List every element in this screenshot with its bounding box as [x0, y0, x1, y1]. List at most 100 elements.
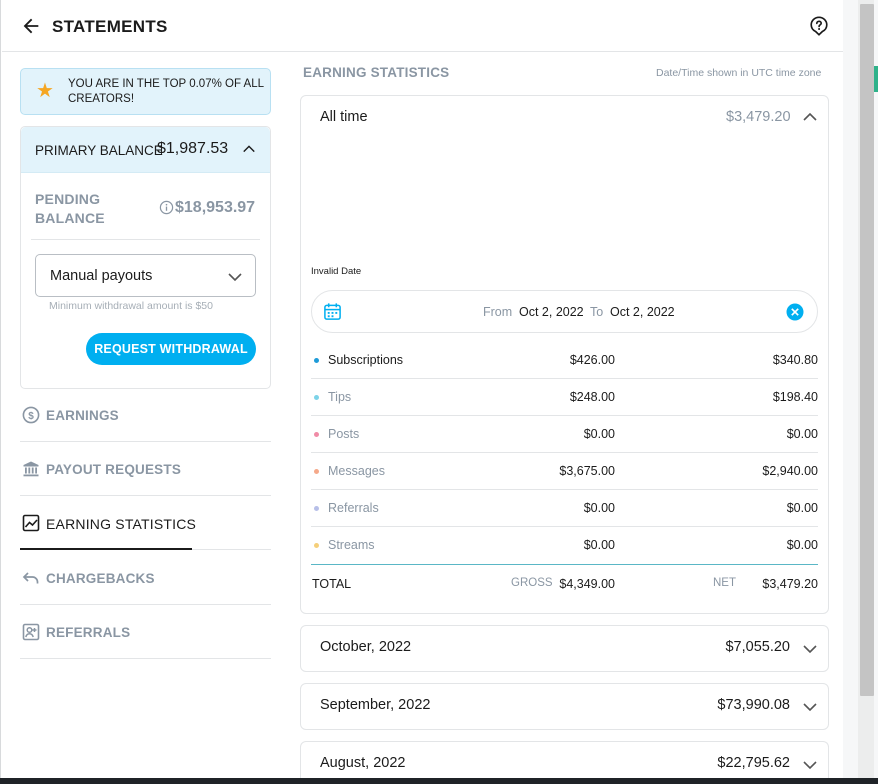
table-row: Streams $0.00 $0.00 — [311, 527, 818, 564]
month-amount: $22,795.62 — [717, 755, 790, 771]
chevron-down-icon[interactable] — [802, 641, 818, 657]
nav-label: PAYOUT REQUESTS — [46, 462, 182, 477]
referral-icon — [22, 623, 40, 641]
table-row: Subscriptions $426.00 $340.80 — [311, 342, 818, 379]
to-date[interactable]: Oct 2, 2022 — [610, 305, 675, 319]
row-net: $0.00 — [786, 501, 818, 515]
row-gross: $0.00 — [583, 501, 615, 515]
statements-page: STATEMENTS ★ YOU ARE IN THE TOP 0.07% OF… — [0, 0, 844, 784]
chart-date-label: Invalid Date — [311, 266, 362, 277]
pending-balance-label: PENDING BALANCE — [35, 191, 105, 226]
top-creator-banner: ★ YOU ARE IN THE TOP 0.07% OF ALL CREATO… — [20, 68, 271, 115]
timezone-note: Date/Time shown in UTC time zone — [656, 67, 822, 79]
min-withdrawal-note: Minimum withdrawal amount is $50 — [49, 300, 213, 312]
payout-mode-select[interactable]: Manual payouts — [35, 254, 256, 297]
row-name: Streams — [328, 538, 375, 552]
table-row: Messages $3,675.00 $2,940.00 — [311, 453, 818, 490]
dollar-circle-icon: $ — [22, 406, 40, 424]
page-title: STATEMENTS — [52, 17, 168, 36]
month-card-september-2022[interactable]: September, 2022 $73,990.08 — [300, 683, 829, 730]
payout-mode-value: Manual payouts — [50, 268, 153, 284]
month-amount: $7,055.20 — [725, 639, 790, 655]
chevron-down-icon — [228, 273, 242, 282]
from-date[interactable]: Oct 2, 2022 — [519, 305, 584, 319]
row-gross: $426.00 — [569, 353, 615, 367]
primary-balance-value: $1,987.53 — [157, 140, 229, 157]
top-creator-text: YOU ARE IN THE TOP 0.07% OF ALL CREATORS… — [68, 78, 264, 105]
scrollbar-thumb[interactable] — [860, 4, 874, 696]
divider — [31, 239, 260, 240]
page-header: STATEMENTS — [2, 0, 844, 52]
row-gross: $0.00 — [583, 538, 615, 552]
bank-icon — [23, 461, 39, 477]
nav-label: CHARGEBACKS — [46, 571, 155, 586]
undo-arrow-icon — [22, 572, 39, 584]
section-title: EARNING STATISTICS — [303, 65, 450, 80]
to-label: To — [590, 305, 604, 319]
info-icon[interactable] — [159, 200, 174, 215]
nav-item-earnings[interactable]: $ EARNINGS — [20, 388, 271, 442]
primary-balance-label: PRIMARY BALANCE — [35, 143, 163, 158]
row-net: $0.00 — [786, 538, 818, 552]
net-total: $3,479.20 — [762, 577, 818, 591]
clear-icon[interactable] — [786, 303, 804, 321]
row-name: Subscriptions — [328, 353, 404, 367]
month-label: August, 2022 — [320, 755, 406, 771]
chevron-down-icon[interactable] — [802, 699, 818, 715]
nav-item-payout-requests[interactable]: PAYOUT REQUESTS — [20, 442, 271, 496]
nav-label: EARNING STATISTICS — [46, 516, 197, 532]
month-amount: $73,990.08 — [717, 697, 790, 713]
gross-total: $4,349.00 — [559, 577, 615, 591]
series-dot — [314, 395, 319, 400]
row-name: Tips — [328, 390, 352, 404]
chevron-up-icon[interactable] — [242, 142, 256, 156]
table-row: Referrals $0.00 $0.00 — [311, 490, 818, 527]
period-total: $3,479.20 — [726, 109, 791, 125]
back-arrow-icon[interactable] — [20, 15, 42, 37]
nav-item-earning-statistics[interactable]: EARNING STATISTICS — [20, 496, 271, 550]
series-dot — [314, 506, 319, 511]
row-gross: $248.00 — [569, 390, 615, 404]
star-icon: ★ — [36, 80, 54, 102]
nav-item-referrals[interactable]: REFERRALS — [20, 605, 271, 659]
row-name: Posts — [328, 427, 360, 441]
month-card-october-2022[interactable]: October, 2022 $7,055.20 — [300, 625, 829, 672]
nav-item-chargebacks[interactable]: CHARGEBACKS — [20, 551, 271, 605]
from-label: From — [483, 305, 513, 319]
date-range-picker[interactable]: From Oct 2, 2022 To Oct 2, 2022 — [311, 290, 818, 333]
row-name: Messages — [328, 464, 385, 478]
chart-line-icon — [22, 514, 40, 532]
period-label[interactable]: All time — [320, 109, 368, 125]
gross-label: GROSS — [511, 577, 553, 589]
series-dot — [314, 469, 319, 474]
row-name: Referrals — [328, 501, 379, 515]
chevron-up-icon[interactable] — [802, 109, 818, 125]
month-label: October, 2022 — [320, 639, 412, 655]
help-icon[interactable] — [808, 15, 830, 37]
row-net: $340.80 — [772, 353, 818, 367]
calendar-icon[interactable] — [323, 302, 342, 321]
nav-label: EARNINGS — [46, 408, 119, 423]
month-label: September, 2022 — [320, 697, 431, 713]
series-dot — [314, 358, 319, 363]
row-net: $2,940.00 — [762, 464, 818, 478]
row-gross: $3,675.00 — [559, 464, 615, 478]
table-row: Posts $0.00 $0.00 — [311, 416, 818, 453]
row-net: $198.40 — [772, 390, 818, 404]
svg-text:$: $ — [28, 411, 34, 422]
primary-balance-header[interactable]: PRIMARY BALANCE $1,987.53 — [21, 127, 270, 173]
chevron-down-icon[interactable] — [802, 757, 818, 773]
nav-label: REFERRALS — [46, 625, 131, 640]
row-net: $0.00 — [786, 427, 818, 441]
table-row: Tips $248.00 $198.40 — [311, 379, 818, 416]
request-withdrawal-button[interactable]: REQUEST WITHDRAWAL — [86, 333, 256, 365]
all-time-statistics-card: All time $3,479.20 Invalid Date From Oct… — [300, 95, 829, 614]
series-dot — [314, 432, 319, 437]
pending-balance-value: $18,953.97 — [175, 199, 256, 216]
balance-card: PRIMARY BALANCE $1,987.53 PENDING BALANC… — [20, 126, 271, 389]
net-label: NET — [713, 577, 736, 589]
bottom-edge — [0, 778, 878, 784]
series-dot — [314, 543, 319, 548]
total-label: TOTAL — [312, 577, 352, 591]
total-row: TOTAL GROSS $4,349.00 NET $3,479.20 — [311, 564, 818, 600]
